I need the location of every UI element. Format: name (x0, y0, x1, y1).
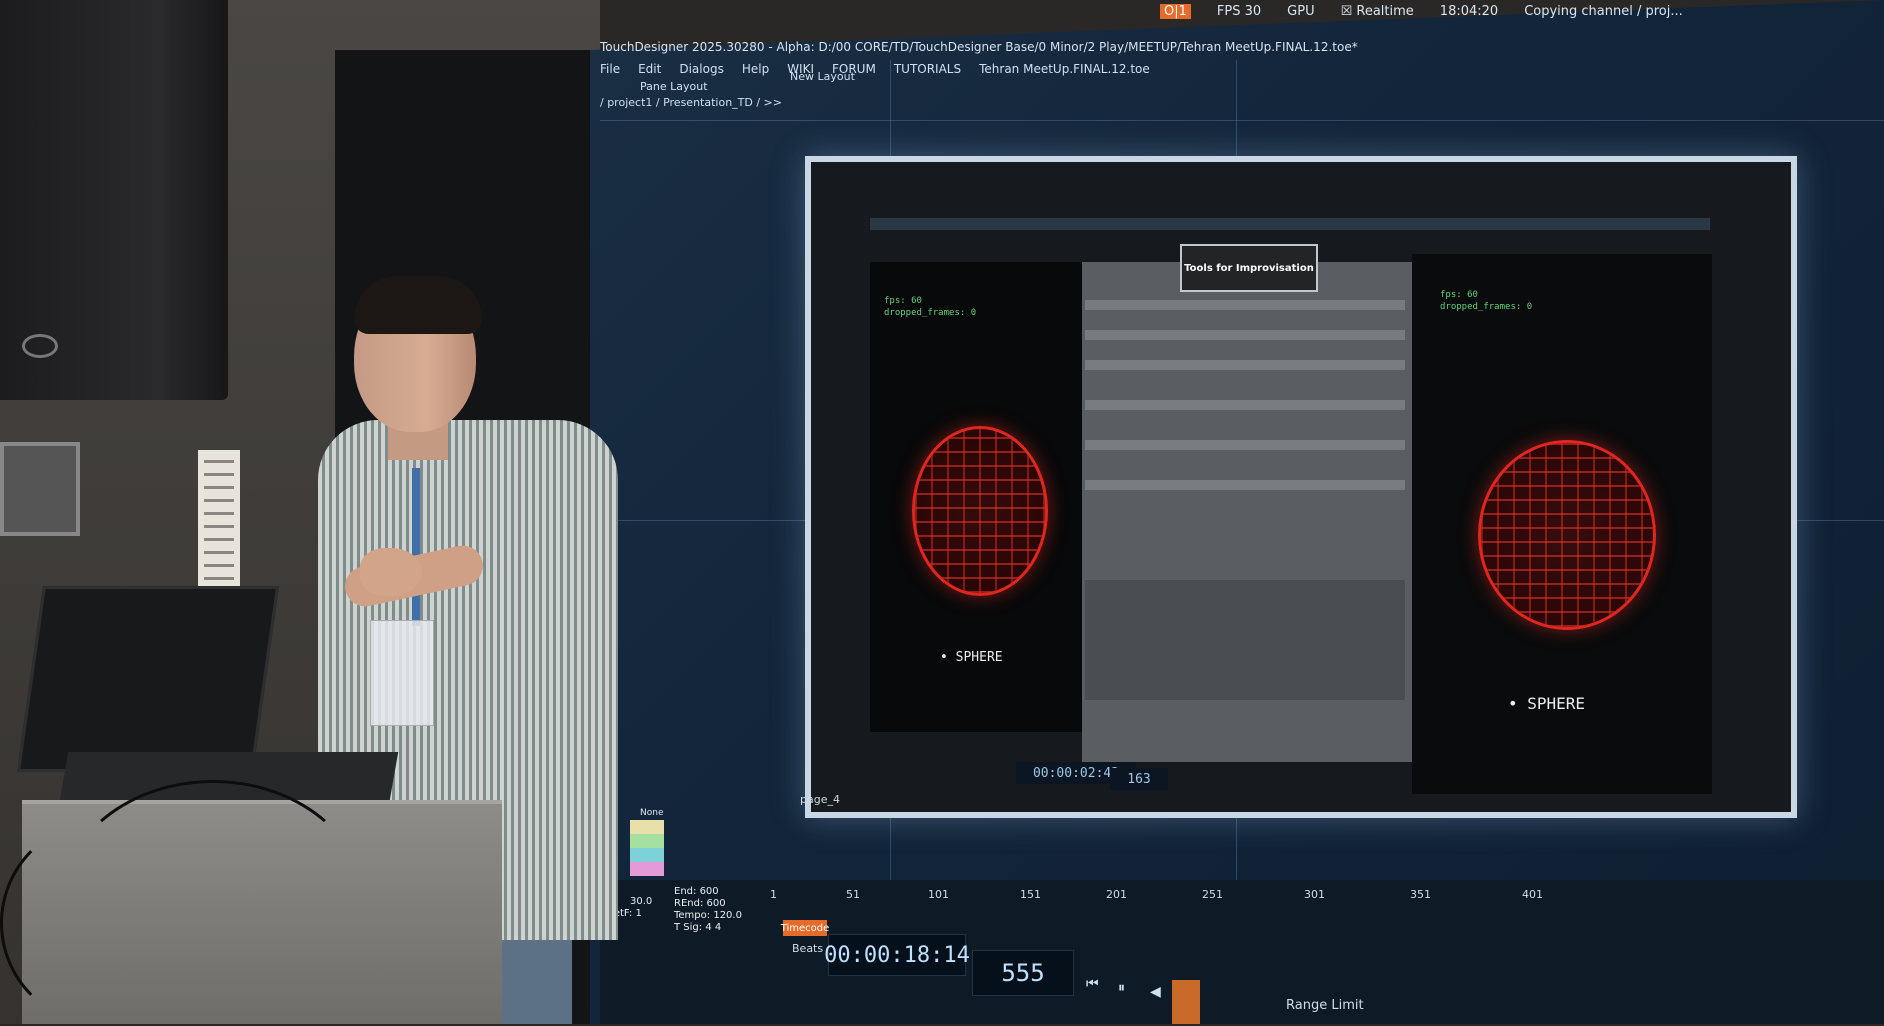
menu-tutorials[interactable]: TUTORIALS (894, 62, 961, 76)
right-wireframe-sphere (1478, 440, 1656, 630)
right-dropped-frames: dropped_frames: 0 (1440, 302, 1533, 312)
pause-icon[interactable]: ⏸ (1118, 980, 1125, 996)
tooltip: Tools for Improvisation (1180, 244, 1318, 292)
rewind-icon[interactable]: ⏮ (1086, 976, 1099, 992)
frame-display[interactable]: 555 (972, 950, 1074, 996)
speaker-logo-icon (22, 334, 58, 358)
param-row (1085, 400, 1405, 410)
window-title: TouchDesigner 2025.30280 - Alpha: D:/00 … (600, 40, 1358, 54)
left-shape-label: • SPHERE (940, 650, 1003, 665)
fps-readout: FPS 30 (1216, 4, 1262, 19)
wall-speaker (0, 0, 228, 400)
rend-field[interactable]: REnd: 600 (674, 898, 726, 909)
play-button[interactable] (1172, 980, 1200, 1024)
network-editor (1085, 580, 1405, 700)
end-field[interactable]: End: 600 (674, 886, 719, 897)
ruler-tick: 101 (928, 888, 949, 901)
param-row (1085, 480, 1405, 490)
ruler-tick: 201 (1106, 888, 1127, 901)
right-fps: fps: 60 (1440, 290, 1478, 300)
beats-label[interactable]: Beats (792, 942, 823, 955)
ruler-tick: 151 (1020, 888, 1041, 901)
wall-monitor (0, 442, 80, 536)
realtime-toggle[interactable]: ☒ Realtime (1341, 4, 1414, 19)
menu-dialogs[interactable]: Dialogs (679, 62, 723, 76)
indicator-badge[interactable]: O|1 (1160, 4, 1191, 19)
timecode-button[interactable]: Timecode (781, 920, 829, 936)
right-shape-label: • SPHERE (1508, 694, 1586, 713)
clock: 18:04:20 (1439, 4, 1499, 19)
ruler-tick: 351 (1410, 888, 1431, 901)
lanyard (412, 468, 420, 626)
grid-line (600, 120, 1884, 121)
range-limit-label[interactable]: Range Limit (1286, 998, 1364, 1013)
presenter-hair (354, 276, 482, 334)
cable (0, 820, 206, 1026)
param-row (1085, 440, 1405, 450)
menu-help[interactable]: Help (742, 62, 769, 76)
ruler-tick: 301 (1304, 888, 1325, 901)
left-wireframe-sphere (912, 426, 1048, 596)
file-tab[interactable]: Tehran MeetUp.FINAL.12.toe (979, 62, 1150, 76)
legend-none-label: None (640, 808, 664, 818)
gpu-label: GPU (1287, 4, 1315, 19)
ruler-tick: 1 (770, 888, 777, 901)
timeline-ruler[interactable]: 1 51 101 151 201 251 301 351 401 (770, 888, 1880, 902)
network-path[interactable]: / project1 / Presentation_TD / >> (600, 96, 782, 109)
param-row (1085, 300, 1405, 310)
ruler-tick: 251 (1202, 888, 1223, 901)
left-dropped-frames: dropped_frames: 0 (884, 308, 977, 318)
ruler-tick: 51 (846, 888, 860, 901)
menu-bar: File Edit Dialogs Help WIKI FORUM TUTORI… (600, 58, 1760, 80)
pane-layout-tab[interactable]: Pane Layout (640, 80, 708, 93)
menu-file[interactable]: File (600, 62, 620, 76)
param-row (1085, 330, 1405, 340)
tsig-field[interactable]: T Sig: 4 4 (674, 922, 721, 933)
laptop-screen (16, 586, 280, 772)
status-message: Copying channel / proj... (1524, 4, 1683, 19)
timecode-display[interactable]: 00:00:18:14 (824, 934, 970, 976)
inner-title-bar (870, 218, 1710, 230)
inner-frame-counter[interactable]: 163 (1110, 768, 1168, 790)
color-legend (630, 820, 664, 876)
new-layout-button[interactable]: New Layout (790, 70, 855, 83)
step-back-icon[interactable]: ◀ (1150, 984, 1161, 1000)
presenter-hand (360, 548, 422, 596)
status-bar: O|1 FPS 30 GPU ☒ Realtime 18:04:20 Copyi… (1160, 4, 1683, 19)
name-badge (370, 620, 434, 726)
param-row (1085, 360, 1405, 370)
tempo-field[interactable]: Tempo: 120.0 (674, 910, 742, 921)
menu-edit[interactable]: Edit (638, 62, 661, 76)
left-fps: fps: 60 (884, 296, 922, 306)
fps-field[interactable]: 30.0 (630, 896, 652, 907)
page-label: page_4 (800, 793, 840, 806)
ruler-tick: 401 (1522, 888, 1543, 901)
